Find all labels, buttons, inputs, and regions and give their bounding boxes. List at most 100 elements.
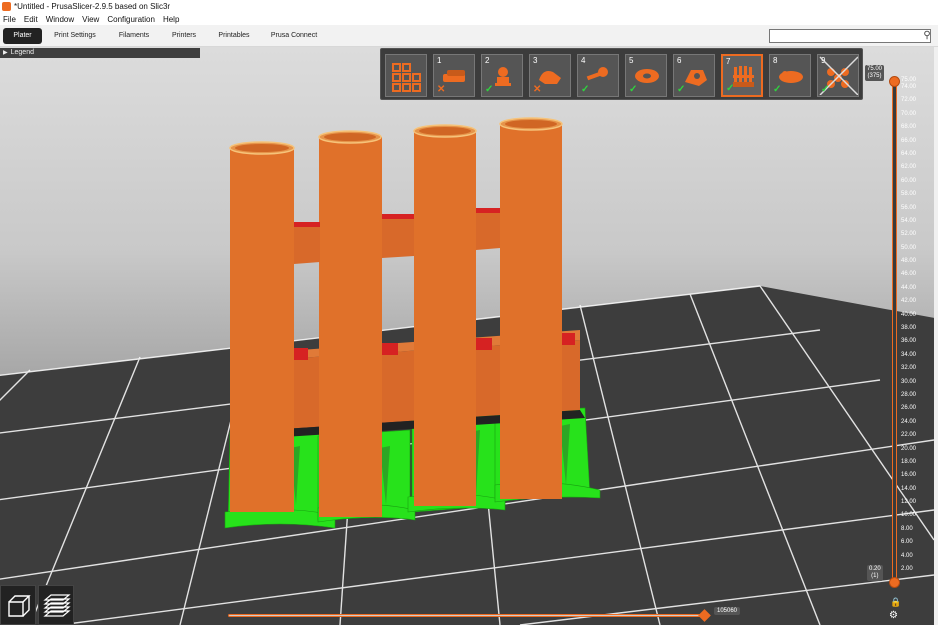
object-5-button[interactable]: 5 ✓ — [625, 54, 667, 97]
cross-icon: ✕ — [437, 84, 446, 95]
check-icon: ✓ — [773, 84, 782, 95]
search-icon[interactable]: ⚲ — [920, 29, 934, 43]
layer-slider-bottom-thumb[interactable] — [889, 577, 900, 588]
cross-icon: ✕ — [533, 84, 542, 95]
move-slider-track[interactable] — [228, 614, 708, 617]
object-2-button[interactable]: 2 ✓ — [481, 54, 523, 97]
menu-file[interactable]: File — [3, 15, 16, 24]
object-8-button[interactable]: 8 ✓ — [769, 54, 811, 97]
3d-view-button[interactable] — [0, 585, 36, 625]
layer-tick-label: 20.00 — [901, 445, 917, 452]
layer-tick-label: 60.00 — [901, 177, 917, 184]
menu-view[interactable]: View — [82, 15, 99, 24]
layer-tick-label: 24.00 — [901, 418, 917, 425]
layer-tick-label: 48.00 — [901, 258, 917, 265]
menu-configuration[interactable]: Configuration — [107, 15, 155, 24]
layer-tick-label: 10.00 — [901, 512, 917, 519]
gear-icon[interactable]: ⚙ — [889, 610, 900, 621]
layer-tick-label: 58.00 — [901, 191, 917, 198]
layer-tick-label: 75.00 — [901, 77, 917, 83]
layer-tick-label: 4.00 — [901, 552, 913, 559]
layer-bottom-value: 0.20 — [869, 566, 881, 572]
3d-viewport[interactable] — [0, 47, 934, 625]
layer-tick-label: 36.00 — [901, 338, 917, 345]
layer-tick-label: 18.00 — [901, 458, 917, 465]
layer-top-index: (375) — [867, 73, 882, 79]
object-1-button[interactable]: 1 ✕ — [433, 54, 475, 97]
layer-slider-top-thumb[interactable] — [889, 76, 900, 87]
layer-tick-label: 22.00 — [901, 432, 917, 439]
layers-icon — [43, 594, 71, 617]
layer-tick-label: 30.00 — [901, 378, 917, 385]
layer-tick-label: 52.00 — [901, 231, 917, 238]
move-slider-value: 105060 — [714, 607, 741, 615]
tab-print-settings[interactable]: Print Settings — [50, 28, 100, 44]
layer-tick-label: 2.00 — [901, 566, 913, 572]
check-icon: ✓ — [629, 84, 638, 95]
tab-prusa-connect[interactable]: Prusa Connect — [268, 28, 320, 44]
layer-tick-label: 42.00 — [901, 298, 917, 305]
menu-bar: File Edit Window View Configuration Help — [0, 13, 938, 25]
legend-label: Legend — [10, 49, 34, 56]
window-title: *Untitled - PrusaSlicer-2.9.5 based on S… — [14, 2, 171, 11]
arrange-grid-button[interactable] — [385, 54, 427, 97]
tab-printers[interactable]: Printers — [166, 28, 202, 44]
check-icon: ✓ — [581, 84, 590, 95]
layer-tick-label: 26.00 — [901, 405, 917, 412]
title-bar: *Untitled - PrusaSlicer-2.9.5 based on S… — [0, 0, 938, 13]
layer-tick-label: 54.00 — [901, 217, 917, 224]
check-icon: ✓ — [726, 83, 735, 94]
layer-slider-track[interactable] — [892, 80, 897, 582]
layer-top-value: 75.00 — [867, 66, 883, 72]
layer-tick-label: 32.00 — [901, 365, 917, 372]
grid-icon — [392, 63, 421, 92]
layer-tick-label: 70.00 — [901, 110, 917, 117]
layer-tick-label: 28.00 — [901, 391, 917, 398]
app-icon — [2, 2, 11, 11]
cube-icon — [8, 595, 31, 617]
check-icon: ✓ — [677, 84, 686, 95]
layer-tick-label: 6.00 — [901, 539, 913, 546]
menu-window[interactable]: Window — [46, 15, 74, 24]
layer-tick-label: 40.00 — [901, 311, 917, 318]
scene-render — [0, 117, 934, 625]
search-input[interactable] — [769, 29, 931, 43]
layer-bottom-index: (1) — [871, 573, 879, 579]
check-icon: ✓ — [821, 84, 830, 95]
layer-tick-label: 56.00 — [901, 204, 917, 211]
sidebar-edge — [934, 47, 938, 625]
menu-edit[interactable]: Edit — [24, 15, 38, 24]
object-6-button[interactable]: 6 ✓ — [673, 54, 715, 97]
view-mode-buttons — [0, 585, 75, 625]
object-3-button[interactable]: 3 ✕ — [529, 54, 571, 97]
layer-tick-label: 34.00 — [901, 351, 917, 358]
layer-tick-label: 8.00 — [901, 525, 913, 532]
layer-tick-label: 68.00 — [901, 124, 917, 131]
object-4-button[interactable]: 4 ✓ — [577, 54, 619, 97]
layer-tick-label: 38.00 — [901, 325, 917, 331]
layer-tick-label: 46.00 — [901, 271, 917, 278]
menu-help[interactable]: Help — [163, 15, 179, 24]
tab-filaments[interactable]: Filaments — [114, 28, 154, 44]
layer-bottom-value-box: 0.20 (1) — [867, 565, 883, 581]
object-selector-toolbar: 1✕2✓3✕4✓5✓6✓7✓8✓9✓ — [380, 48, 863, 100]
layer-tick-label: 44.00 — [901, 284, 917, 291]
lock-icon[interactable]: 🔒 — [890, 598, 901, 607]
expand-triangle-icon: ▶ — [3, 50, 8, 56]
layer-tick-label: 64.00 — [901, 150, 917, 157]
check-icon: ✓ — [485, 84, 494, 95]
layer-tick-label: 50.00 — [901, 244, 917, 251]
layer-tick-label: 62.00 — [901, 164, 917, 171]
layer-top-value-box: 75.00 (375) — [865, 65, 885, 81]
preview-view-button[interactable] — [38, 585, 74, 625]
tab-plater[interactable]: Plater — [3, 28, 42, 44]
layer-tick-label: 16.00 — [901, 472, 917, 479]
legend-toggle[interactable]: ▶ Legend — [0, 48, 200, 58]
layer-tick-label: 12.00 — [901, 499, 917, 506]
layer-tick-label: 66.00 — [901, 137, 917, 144]
object-9-button[interactable]: 9✓ — [817, 54, 859, 97]
tab-printables[interactable]: Printables — [214, 28, 254, 44]
object-7-button[interactable]: 7 ✓ — [721, 54, 763, 97]
layer-tick-label: 74.00 — [901, 84, 917, 90]
layer-tick-label: 72.00 — [901, 97, 917, 104]
